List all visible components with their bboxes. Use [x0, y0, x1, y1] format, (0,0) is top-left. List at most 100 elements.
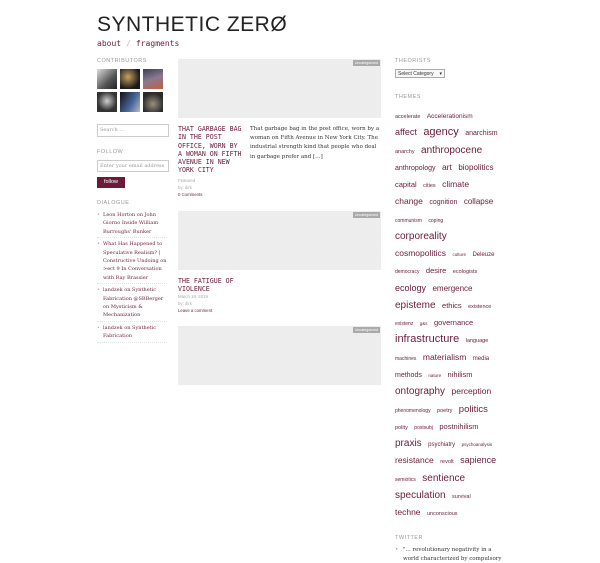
tag-link[interactable]: resistance [395, 455, 434, 465]
post-meta: Featured by: dirk 0 Comments [178, 177, 243, 198]
post-title[interactable]: THAT GARBAGE BAG IN THE POST OFFICE, WOR… [178, 125, 243, 175]
tag-link[interactable]: cosmopolitics [395, 248, 446, 258]
tag-link[interactable]: affect [395, 127, 417, 137]
chevron-down-icon: ▾ [439, 71, 442, 77]
tag-cloud: accelerate Accelerationism affect agency… [395, 105, 501, 519]
tag-link[interactable]: Deleuze [472, 252, 494, 258]
tag-link[interactable]: polity [395, 425, 408, 431]
category-select[interactable]: Select Category ▾ [395, 69, 445, 78]
contributors-grid [97, 69, 167, 112]
tag-link[interactable]: perception [452, 386, 492, 396]
tag-link[interactable]: communism [395, 218, 422, 224]
tag-link[interactable]: ecologists [453, 269, 477, 275]
post-comments-link[interactable]: 0 Comments [178, 191, 243, 198]
tag-link[interactable]: psychoanalysis [462, 442, 493, 447]
tag-link[interactable]: politics [459, 404, 488, 415]
nav-fragments-link[interactable]: fragments [136, 39, 179, 48]
post-thumbnail[interactable]: Uncategorized [178, 59, 381, 118]
follow-button[interactable]: follow [97, 177, 125, 188]
category-badge[interactable]: Uncategorized [352, 327, 380, 334]
tag-link[interactable]: collapse [464, 197, 493, 207]
tag-link[interactable]: democracy [395, 269, 419, 275]
contributor-avatar[interactable] [143, 69, 163, 89]
search-input[interactable]: Search ... [97, 124, 169, 137]
email-field[interactable]: Enter your email address [97, 160, 169, 172]
tag-link[interactable]: emergence [432, 284, 472, 293]
dialogue-list: Leon Horton on John Giorno Inside Willia… [97, 211, 167, 343]
tag-link[interactable]: sapience [460, 455, 496, 465]
contributor-avatar[interactable] [97, 69, 117, 89]
tag-link[interactable]: techne [395, 507, 421, 517]
contributors-title: CONTRIBUTORS [97, 58, 147, 64]
tag-link[interactable]: episteme [395, 300, 436, 311]
category-badge[interactable]: Uncategorized [352, 60, 380, 66]
post-meta-featured: Featured [178, 177, 196, 183]
tag-link[interactable]: infrastructure [395, 333, 459, 346]
tag-link[interactable]: phenomenology [395, 408, 431, 414]
dialogue-item[interactable]: landzek on Synthetic Fabrication @SBBerg… [97, 286, 167, 322]
tag-link[interactable]: ecology [395, 283, 426, 293]
post-card: Uncategorized THE FATIGUE OF VIOLENCE Ma… [178, 210, 381, 315]
tag-link[interactable]: ethics [442, 301, 462, 310]
post-thumbnail[interactable]: Uncategorized [178, 326, 381, 386]
tag-link[interactable]: praxis [395, 438, 422, 449]
tag-link[interactable]: desire [426, 266, 446, 275]
tag-link[interactable]: revolt [440, 459, 453, 465]
tag-link[interactable]: psychiatry [428, 442, 455, 448]
tag-link[interactable]: methods [395, 372, 422, 379]
tag-link[interactable]: cognition [429, 199, 457, 206]
tag-link[interactable]: governance [434, 318, 473, 327]
tag-link[interactable]: coping [428, 218, 443, 224]
tag-link[interactable]: biopolitics [458, 163, 493, 172]
post-comments-link[interactable]: Leave a comment [178, 307, 243, 314]
contributor-avatar[interactable] [143, 92, 163, 112]
nav-about-link[interactable]: about [97, 39, 121, 48]
site-title[interactable]: SYNTHETIC ZERØ [97, 13, 287, 37]
tag-link[interactable]: postsubj [414, 425, 433, 431]
category-badge[interactable]: Uncategorized [352, 211, 380, 218]
tag-link[interactable]: poetry [437, 408, 452, 414]
dialogue-item[interactable]: landzek on Synthetic Fabrication [97, 324, 167, 343]
tag-link[interactable]: language [466, 338, 489, 344]
tag-link[interactable]: anthropology [395, 165, 435, 172]
tag-link[interactable]: speculation [395, 490, 446, 501]
post-list: Uncategorized THAT GARBAGE BAG IN THE PO… [178, 59, 381, 386]
tag-link[interactable]: accelerate [395, 114, 420, 120]
tweet-text: "... revolutionary negativity in a world… [395, 546, 503, 563]
tag-link[interactable]: nihilism [448, 370, 473, 379]
tag-link[interactable]: survival [452, 494, 471, 500]
tag-link[interactable]: semiotics [395, 477, 416, 483]
tag-link[interactable]: cities [423, 183, 436, 189]
tag-link[interactable]: culture [452, 252, 466, 257]
tag-link[interactable]: g&s [420, 321, 428, 326]
dialogue-title: DIALOGUE [97, 200, 130, 206]
tag-link[interactable]: art [442, 162, 452, 172]
tag-link[interactable]: materialism [423, 352, 466, 362]
dialogue-item[interactable]: Leon Horton on John Giorno Inside Willia… [97, 211, 167, 239]
tag-link[interactable]: corporeality [395, 231, 447, 242]
dialogue-item[interactable]: What Has Happened to Speculative Realism… [97, 240, 167, 285]
tag-link[interactable]: anarchy [395, 149, 415, 155]
contributor-avatar[interactable] [120, 69, 140, 89]
tag-link[interactable]: media [473, 356, 489, 362]
tag-link[interactable]: anthropocene [421, 145, 482, 156]
tag-link[interactable]: sentience [422, 473, 465, 484]
post-title[interactable]: THE FATIGUE OF VIOLENCE [178, 277, 243, 294]
tag-link[interactable]: machines [395, 356, 416, 362]
contributor-avatar[interactable] [120, 92, 140, 112]
tag-link[interactable]: capital [395, 180, 417, 189]
tag-link[interactable]: postnihilism [439, 422, 478, 431]
contributor-avatar[interactable] [97, 92, 117, 112]
tag-link[interactable]: agency [423, 126, 458, 138]
tag-link[interactable]: nature [428, 373, 441, 378]
tag-link[interactable]: unconscious [427, 511, 458, 517]
tag-link[interactable]: anarchism [465, 130, 497, 137]
nav-separator: / [126, 39, 131, 48]
left-sidebar: CONTRIBUTORS Search ... FOLLOW Enter you… [97, 58, 169, 345]
tag-link[interactable]: Accelerationism [427, 113, 473, 120]
theorists-title: THEORISTS [395, 58, 431, 64]
tag-link[interactable]: existenz [395, 321, 413, 327]
tag-link[interactable]: ontography [395, 386, 445, 397]
tag-link[interactable]: existence [468, 304, 491, 310]
post-thumbnail[interactable]: Uncategorized [178, 210, 381, 270]
